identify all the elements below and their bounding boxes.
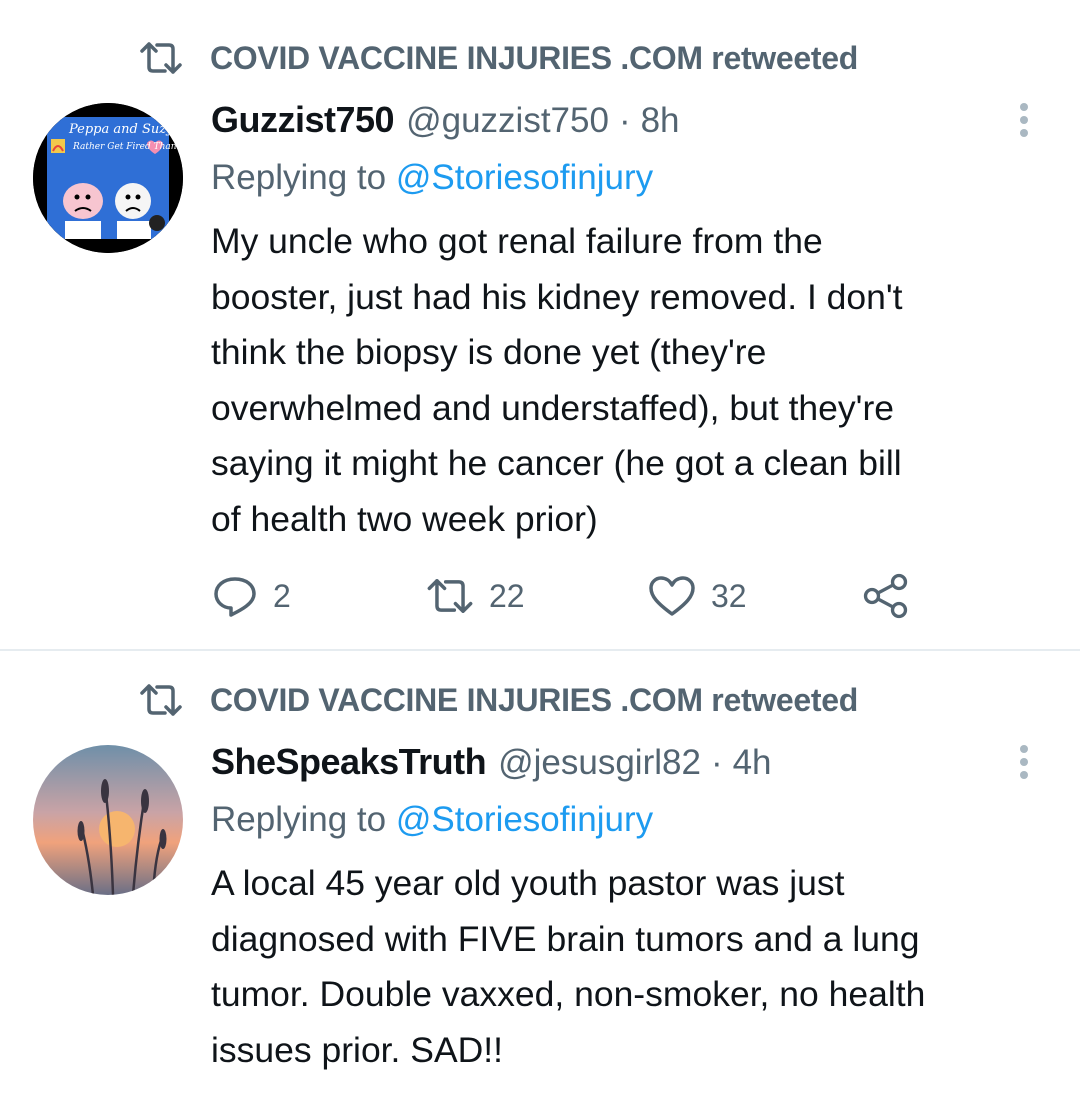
retweet-icon: [140, 684, 182, 716]
more-icon[interactable]: [1016, 742, 1032, 782]
tweet[interactable]: COVID VACCINE INJURIES .COM retweeted Pe…: [0, 0, 1080, 650]
tweet-text-line: think the biopsy is done yet (they're: [211, 332, 767, 372]
reply-count: 2: [273, 577, 291, 614]
tweet-header: Guzzist750 @guzzist750 · 8h: [211, 99, 680, 141]
replying-to: Replying to @Storiesofinjury: [211, 158, 653, 198]
tweet-text-line: tumor. Double vaxxed, non-smoker, no hea…: [211, 974, 926, 1014]
tweet-text: A local 45 year old youth pastor was jus…: [211, 856, 1051, 1078]
like-button[interactable]: 32: [647, 568, 747, 624]
retweet-button[interactable]: 22: [425, 568, 525, 624]
more-icon[interactable]: [1016, 100, 1032, 140]
separator: ·: [618, 101, 631, 140]
handle[interactable]: @jesusgirl82: [498, 743, 701, 783]
display-name[interactable]: Guzzist750: [211, 99, 395, 141]
like-count: 32: [711, 577, 747, 614]
avatar-image: [33, 745, 183, 895]
handle[interactable]: @guzzist750: [406, 101, 609, 141]
avatar-image: Peppa and Suzy Rather Get Fired Than Get…: [33, 103, 183, 253]
tweet-text-line: saying it might he cancer (he got a clea…: [211, 443, 902, 483]
tweet-text-line: of health two week prior): [211, 498, 598, 539]
reply-button[interactable]: 2: [211, 568, 291, 624]
tweet-text-line: A local 45 year old youth pastor was jus…: [211, 863, 845, 903]
replying-to-link[interactable]: @Storiesofinjury: [396, 158, 653, 197]
avatar-caption: Rather Get Fired Than Get a Vaccine: [72, 142, 183, 152]
tweet-text: My uncle who got renal failure from the …: [211, 214, 1051, 547]
tweet[interactable]: COVID VACCINE INJURIES .COM retweeted Sh…: [0, 651, 1080, 1098]
retweet-context: COVID VACCINE INJURIES .COM retweeted: [138, 38, 858, 78]
avatar-title: Peppa and Suzy: [68, 122, 174, 137]
retweet-icon: [140, 42, 182, 74]
retweeted-by-label: COVID VACCINE INJURIES .COM retweeted: [210, 39, 858, 76]
replying-to: Replying to @Storiesofinjury: [211, 800, 653, 840]
retweeted-by-label: COVID VACCINE INJURIES .COM retweeted: [210, 681, 858, 718]
avatar[interactable]: Peppa and Suzy Rather Get Fired Than Get…: [33, 103, 183, 253]
like-icon: [649, 576, 695, 616]
retweet-icon: [427, 579, 473, 613]
tweet-text-line: issues prior. SAD!!: [211, 1029, 503, 1070]
separator: ·: [710, 743, 723, 782]
share-button[interactable]: [861, 568, 911, 624]
retweet-context: COVID VACCINE INJURIES .COM retweeted: [138, 680, 858, 720]
display-name[interactable]: SheSpeaksTruth: [211, 741, 487, 783]
reply-icon: [214, 577, 256, 617]
tweet-text-line: My uncle who got renal failure from the: [211, 221, 823, 261]
retweet-count: 22: [489, 577, 525, 614]
tweet-header: SheSpeaksTruth @jesusgirl82 · 4h: [211, 741, 772, 783]
avatar[interactable]: [33, 745, 183, 895]
replying-to-prefix: Replying to: [211, 158, 387, 197]
tweet-actions: 2 22 32: [211, 568, 931, 624]
share-icon: [863, 573, 908, 619]
tweet-text-line: overwhelmed and understaffed), but they'…: [211, 387, 895, 428]
timestamp[interactable]: 4h: [733, 743, 772, 783]
replying-to-prefix: Replying to: [211, 800, 387, 839]
replying-to-link[interactable]: @Storiesofinjury: [396, 800, 653, 839]
tweet-text-line: diagnosed with FIVE brain tumors and a l…: [211, 918, 920, 959]
timestamp[interactable]: 8h: [641, 101, 680, 141]
tweet-text-line: booster, just had his kidney removed. I …: [211, 276, 903, 317]
